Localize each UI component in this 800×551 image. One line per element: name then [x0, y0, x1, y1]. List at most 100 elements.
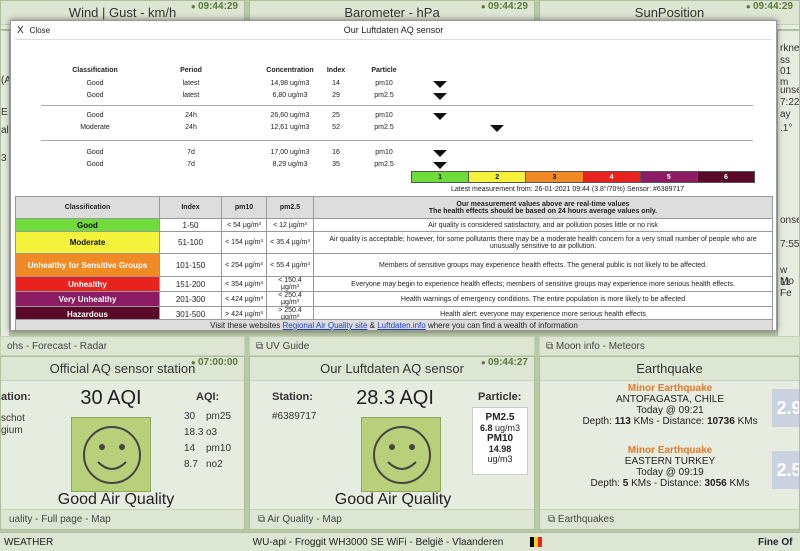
- earthquake-place: ANTOFAGASTA, CHILE: [616, 394, 724, 405]
- scale-segment: 3: [526, 172, 584, 182]
- forecast-strip[interactable]: ohs - Forecast - Radar: [0, 336, 245, 356]
- station-line: schot: [1, 413, 25, 424]
- earthquake-depth-distance: Depth: 113 KMs - Distance: 10736 KMs: [580, 416, 760, 427]
- right-background-panel: rkness ss 01 m unset 7:22 ay .1° onset 7…: [777, 30, 800, 340]
- classification-cls: Moderate: [15, 231, 160, 254]
- moon-info-strip[interactable]: ⧉ Moon info - Meteors: [539, 336, 800, 356]
- visit-post: where you can find a wealth of informati…: [425, 321, 578, 330]
- earthquake-when: Today @ 09:21: [636, 405, 704, 416]
- depth-label: Depth:: [590, 478, 620, 489]
- earthquake-item[interactable]: Minor Earthquake EASTERN TURKEY Today @ …: [580, 445, 760, 489]
- depth-value: 5: [622, 478, 629, 489]
- scale-segment: 6: [697, 172, 755, 182]
- classification-cls: Unhealthy for Sensitive Groups: [15, 253, 160, 277]
- level-marker-icon: [432, 93, 447, 100]
- external-link-icon: ⧉: [256, 341, 266, 352]
- header-period: Period: [180, 67, 202, 74]
- latest-measurement: Latest measurement from: 26-01-2021 09:4…: [451, 186, 685, 193]
- earthquake-place: EASTERN TURKEY: [624, 456, 716, 467]
- header-particle: Particle: [371, 67, 397, 74]
- th-pm10: pm10: [221, 196, 267, 219]
- luftdaten-quality: Good Air Quality: [334, 491, 452, 508]
- classification-pm10: < 254 µg/m³: [221, 253, 267, 277]
- earthquake-title: Earthquake: [540, 357, 799, 381]
- measurement-particle: pm2.5: [374, 161, 394, 168]
- earthquake-item[interactable]: Minor Earthquake ANTOFAGASTA, CHILE Toda…: [580, 383, 760, 427]
- th-classification: Classification: [15, 196, 160, 219]
- pm25-reading: 6.8 ug/m3: [477, 423, 523, 433]
- classification-effect: Air quality is acceptable; however, for …: [313, 231, 773, 254]
- measurement-index: 16: [332, 149, 340, 156]
- classification-index: 1-50: [159, 218, 222, 232]
- measurement-cls: Good: [86, 80, 104, 87]
- official-aq-footer[interactable]: uality - Full page - Map: [1, 509, 244, 529]
- classification-effect: Members of sensitive groups may experien…: [313, 253, 773, 277]
- classification-cls: Good: [15, 218, 160, 232]
- pm10-label: PM10: [486, 433, 514, 444]
- scale-segment: 2: [469, 172, 527, 182]
- earthquake-footer[interactable]: ⧉ Earthquakes: [540, 509, 799, 529]
- external-link-icon: ⧉: [258, 514, 268, 525]
- classification-cls: Very Unhealthy: [15, 291, 160, 307]
- left-fragment: (A: [1, 75, 10, 86]
- header-index: Index: [326, 67, 346, 74]
- distance-value: 3056: [704, 478, 727, 489]
- pm25-label: PM2.5: [485, 412, 515, 423]
- smiley-face-icon: [71, 417, 151, 492]
- pm10-value: 14.98: [488, 444, 512, 454]
- belgium-flag-icon: [530, 537, 542, 547]
- luftdaten-link[interactable]: Luftdaten.info: [377, 321, 425, 330]
- external-link-icon: ⧉: [548, 514, 558, 525]
- measurement-index: 52: [332, 124, 340, 131]
- regional-aq-link[interactable]: Regional Air Quality site: [283, 321, 368, 330]
- measurement-cls: Good: [86, 161, 104, 168]
- earthquake-depth-distance: Depth: 5 KMs - Distance: 3056 KMs: [580, 478, 760, 489]
- classification-cls: Unhealthy: [15, 276, 160, 292]
- classification-row: Unhealthy for Sensitive Groups 101-150 < 2…: [15, 253, 773, 277]
- pm10-reading: 14.98 ug/m3: [477, 444, 523, 464]
- left-fragment: E: [1, 107, 8, 118]
- wind-tile-time: 09:44:29: [191, 1, 238, 12]
- divider: [15, 39, 772, 40]
- official-aq-time: 07:00:00: [191, 357, 238, 368]
- measurement-index: 25: [332, 112, 340, 119]
- depth-label: Depth:: [582, 416, 612, 427]
- classification-index: 151-200: [159, 276, 222, 292]
- luftdaten-footer[interactable]: ⧉ Air Quality - Map: [250, 509, 534, 529]
- th-note: Our measurement values above are real-ti…: [313, 196, 773, 219]
- measurement-period: latest: [182, 92, 200, 99]
- scale-segment: 5: [640, 172, 698, 182]
- measurement-period: 7d: [187, 161, 195, 168]
- distance-unit: KMs: [729, 478, 750, 489]
- earthquake-tile: Earthquake Minor Earthquake ANTOFAGASTA,…: [539, 356, 800, 530]
- classification-pm10: < 354 µg/m³: [221, 276, 267, 292]
- th-pm25: pm2.5: [266, 196, 314, 219]
- visit-pre: Visit these websites: [210, 321, 283, 330]
- classification-pm25: < 250.4 µg/m³: [266, 291, 314, 307]
- right-fragment: 7:22: [780, 97, 800, 108]
- aqi-label: AQI:: [196, 391, 220, 403]
- uv-guide-strip[interactable]: ⧉ UV Guide: [249, 336, 535, 356]
- aqi-component-value: 30: [184, 411, 196, 422]
- right-fragment: 7:55: [780, 239, 800, 250]
- particle-label: Particle:: [478, 391, 522, 403]
- level-marker-icon: [432, 81, 447, 88]
- earthquake-magnitude: 2.5: [772, 451, 799, 489]
- right-fragment: rkness: [780, 43, 800, 54]
- pm25-unit: ug/m3: [495, 423, 521, 433]
- pm25-value: 6.8: [479, 423, 493, 433]
- level-marker-icon: [432, 113, 447, 120]
- level-marker-icon: [432, 162, 447, 169]
- earthquake-when: Today @ 09:19: [636, 467, 704, 478]
- measurement-particle: pm10: [375, 112, 393, 119]
- measurement-cls: Good: [86, 92, 104, 99]
- right-fragment: onset: [780, 215, 799, 226]
- aq-sensor-modal: X Close Our Luftdaten AQ sensor Classific…: [10, 20, 777, 331]
- aqi-component-value: 8.7: [184, 459, 198, 470]
- left-fragment: 3: [1, 153, 7, 164]
- measurement-particle: pm10: [375, 149, 393, 156]
- bottom-left-label: WEATHER: [4, 537, 54, 548]
- aqi-component-name: pm10: [206, 443, 232, 454]
- aqi-color-scale: 123456: [411, 171, 755, 183]
- level-marker-icon: [432, 150, 447, 157]
